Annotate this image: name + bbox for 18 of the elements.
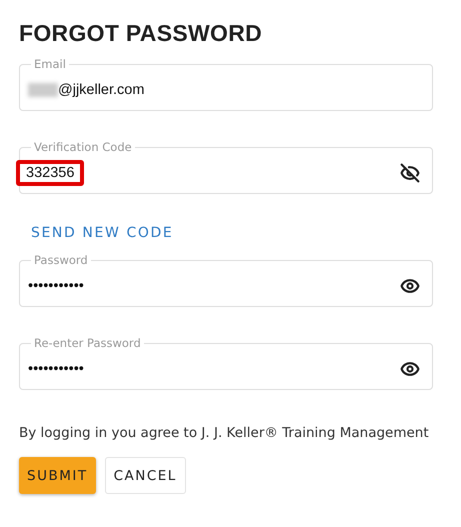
input-field[interactable]: Email @jjkeller.com: [19, 59, 433, 111]
page-title: FORGOT PASSWORD: [19, 20, 264, 47]
field-value: 332356: [16, 160, 84, 186]
field-value: •••••••••••: [28, 278, 84, 294]
field-label: Password: [33, 255, 89, 266]
field-label: Email: [33, 59, 67, 70]
input-field[interactable]: Password •••••••••••: [19, 255, 433, 307]
input-field[interactable]: Verification Code 332356: [19, 142, 433, 194]
field-label: Re-enter Password: [33, 338, 142, 350]
field-value: •••••••••••: [28, 361, 84, 378]
eye-slash-icon[interactable]: [400, 163, 420, 184]
input-field[interactable]: Re-enter Password •••••••••••: [19, 338, 433, 390]
field-label: Verification Code: [33, 142, 133, 154]
agreement-text: By logging in you agree to J. J. Keller® Training Management: [19, 425, 430, 441]
submit-button[interactable]: SUBMIT: [19, 457, 96, 494]
field-value: @jjkeller.com: [58, 82, 144, 98]
send-code-link[interactable]: SEND NEW CODE: [31, 225, 433, 241]
cancel-button[interactable]: CANCEL: [104, 457, 186, 494]
